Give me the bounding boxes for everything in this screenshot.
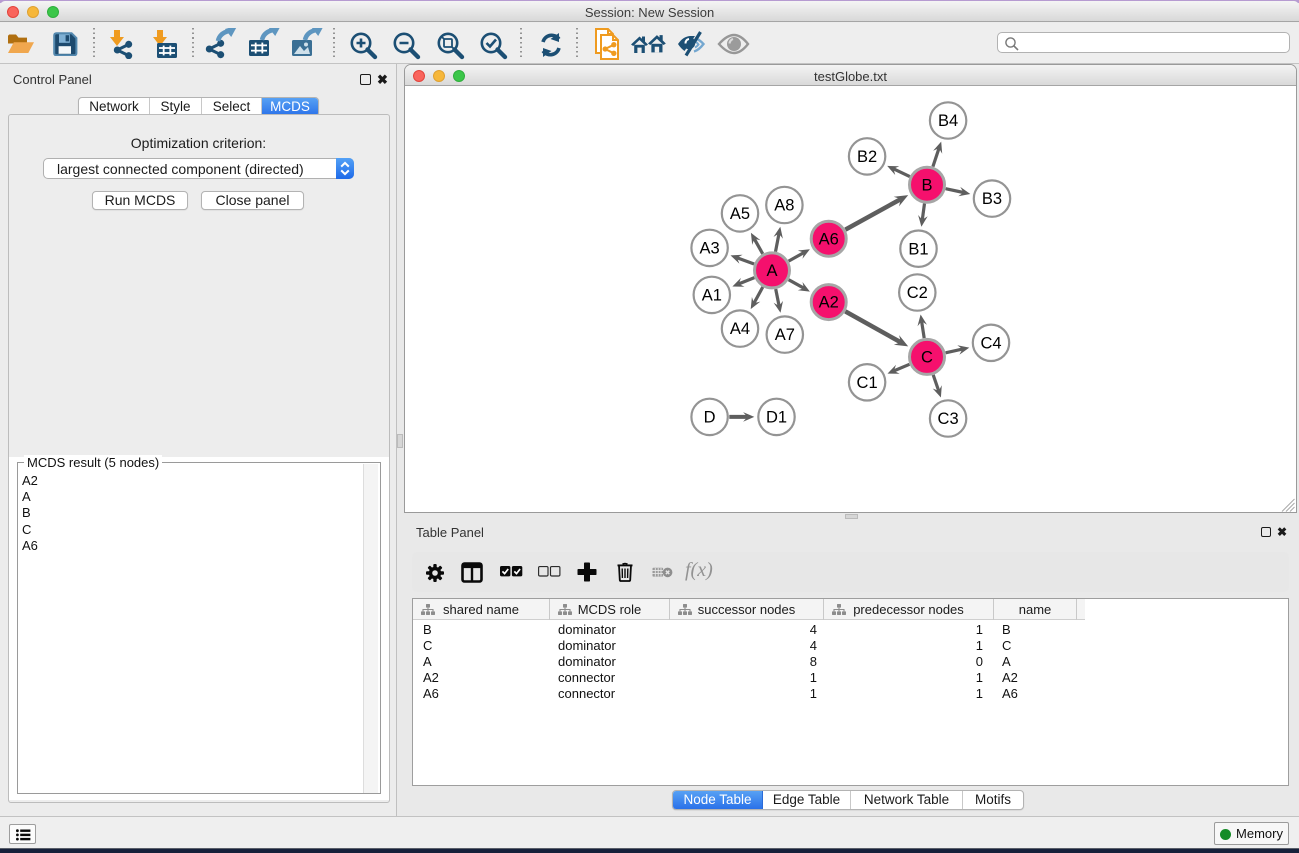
svg-text:B1: B1 (908, 240, 928, 258)
svg-text:C: C (921, 349, 933, 367)
svg-text:B3: B3 (982, 190, 1002, 208)
svg-text:A7: A7 (775, 326, 795, 344)
svg-text:A6: A6 (819, 230, 839, 248)
svg-text:B2: B2 (857, 148, 877, 166)
svg-text:A4: A4 (730, 320, 750, 338)
svg-text:C4: C4 (980, 334, 1001, 352)
svg-text:A8: A8 (774, 197, 794, 215)
svg-text:C3: C3 (938, 410, 959, 428)
svg-text:B: B (921, 176, 932, 194)
svg-text:A1: A1 (702, 287, 722, 305)
svg-text:A: A (766, 262, 777, 280)
svg-text:A3: A3 (700, 240, 720, 258)
svg-text:A5: A5 (730, 205, 750, 223)
svg-text:C1: C1 (857, 374, 878, 392)
svg-text:C2: C2 (907, 284, 928, 302)
svg-text:B4: B4 (938, 112, 958, 130)
svg-text:D: D (704, 409, 716, 427)
svg-text:A2: A2 (819, 294, 839, 312)
svg-text:D1: D1 (766, 409, 787, 427)
